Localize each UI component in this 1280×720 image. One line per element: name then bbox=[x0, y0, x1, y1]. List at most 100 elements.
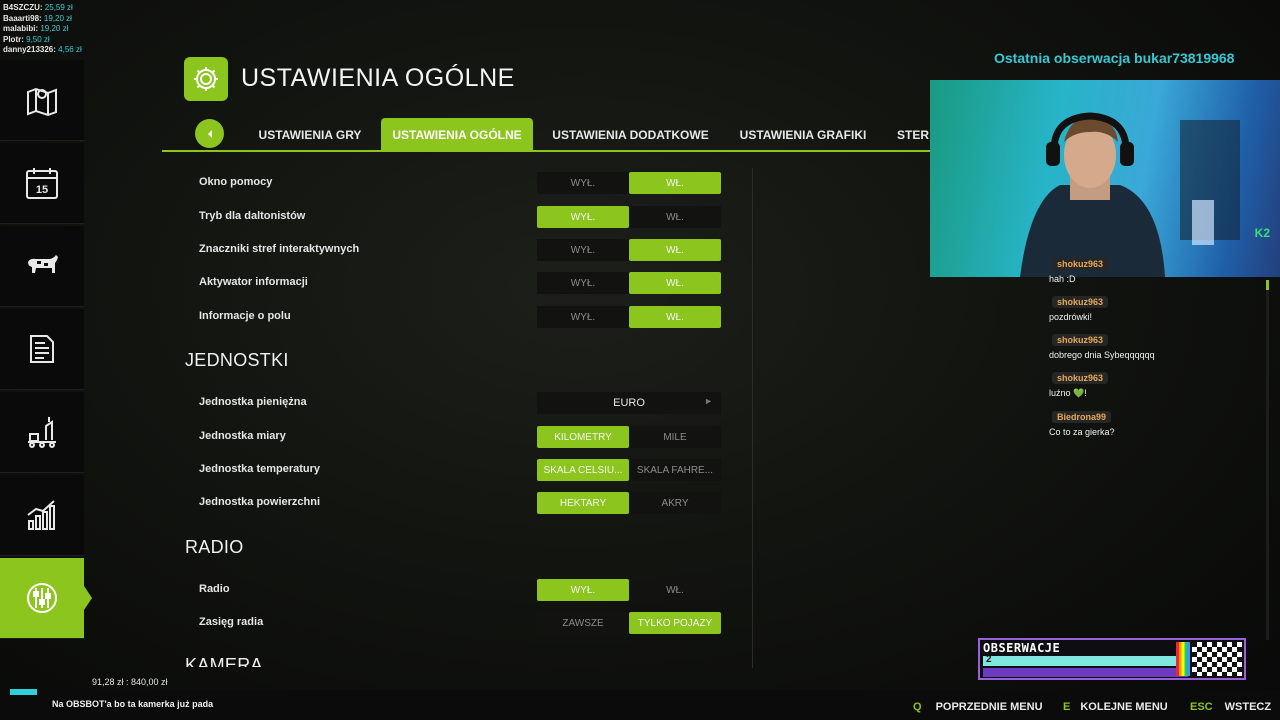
map-icon bbox=[27, 87, 57, 117]
goal-progress-bar bbox=[983, 656, 1188, 666]
setting-label: Informacje o polu bbox=[199, 310, 291, 322]
sidebar-item-calendar[interactable]: 15 bbox=[0, 143, 84, 224]
setting-label: Jednostka temperatury bbox=[199, 463, 321, 475]
cam-logo: K2 bbox=[1254, 226, 1270, 240]
donor-row: Baaarti98: 19,20 zł bbox=[3, 13, 72, 23]
goal-progress-track bbox=[983, 668, 1188, 677]
tab-prev-button[interactable] bbox=[195, 119, 224, 148]
goal-title: OBSERWACJE bbox=[983, 641, 1061, 655]
option-hectares[interactable]: HEKTARY bbox=[537, 492, 629, 514]
option-on[interactable]: WŁ. bbox=[629, 172, 721, 194]
hint-previous-menu[interactable]: Q POPRZEDNIE MENU bbox=[913, 701, 1043, 713]
setting-label: Tryb dla daltonistów bbox=[199, 210, 306, 222]
option-on[interactable]: WŁ. bbox=[629, 272, 721, 294]
rainbow-stripes bbox=[1176, 642, 1190, 676]
option-celsius[interactable]: SKALA CELSIU... bbox=[537, 459, 629, 481]
checkered-flag-icon bbox=[1192, 642, 1242, 676]
chat-message: Biedrona99 Co to za gierka? bbox=[1049, 407, 1279, 437]
chat-username: shokuz963 bbox=[1052, 296, 1109, 308]
key-e: E bbox=[1063, 701, 1071, 713]
option-off[interactable]: WYŁ. bbox=[537, 579, 629, 601]
option-on[interactable]: WŁ. bbox=[629, 306, 721, 328]
hint-back[interactable]: ESC WSTECZ bbox=[1190, 701, 1271, 713]
settings-sliders-icon bbox=[27, 583, 57, 613]
hint-next-menu[interactable]: E KOLEJNE MENU bbox=[1063, 701, 1168, 713]
production-icon bbox=[28, 417, 56, 448]
ticker-marker bbox=[10, 689, 37, 695]
setting-distance-unit: Jednostka miary KILOMETRY MILE bbox=[199, 426, 724, 448]
setting-label: Radio bbox=[199, 583, 230, 595]
sidebar-item-contracts[interactable] bbox=[0, 309, 84, 390]
chat-message: shokuz963 dobrego dnia Sybeqqqqqq bbox=[1049, 330, 1279, 360]
setting-radio: Radio WYŁ. WŁ. bbox=[199, 579, 724, 601]
setting-label: Okno pomocy bbox=[199, 176, 273, 188]
sidebar: 15 bbox=[0, 60, 92, 640]
option-on[interactable]: WŁ. bbox=[629, 239, 721, 261]
setting-colorblind-mode: Tryb dla daltonistów WYŁ. WŁ. bbox=[199, 206, 724, 228]
webcam-person bbox=[1020, 112, 1240, 277]
chat-username: shokuz963 bbox=[1052, 372, 1109, 384]
donors-list: B4SZCZU: 25,59 zł Baaarti98: 19,20 zł ma… bbox=[3, 3, 82, 56]
sidebar-item-map[interactable] bbox=[0, 60, 84, 141]
tab-graphics-settings[interactable]: USTAWIENIA GRAFIKI bbox=[730, 118, 876, 151]
setting-label: Zasięg radia bbox=[199, 616, 264, 628]
setting-label: Jednostka pieniężna bbox=[199, 396, 307, 408]
currency-value: EURO bbox=[613, 397, 645, 409]
chat-text: pozdrówki! bbox=[1049, 312, 1093, 322]
setting-label: Znaczniki stref interaktywnych bbox=[199, 243, 360, 255]
chat-text: dobrego dnia Sybeqqqqqq bbox=[1049, 350, 1155, 360]
sidebar-item-statistics[interactable] bbox=[0, 475, 84, 556]
option-off[interactable]: WYŁ. bbox=[537, 272, 629, 294]
chat-scrollbar[interactable] bbox=[1266, 280, 1269, 640]
currency-selector[interactable]: EURO ► bbox=[537, 392, 721, 414]
option-off[interactable]: WYŁ. bbox=[537, 172, 629, 194]
ticker-text: Na OBSBOT'a bo ta kamerka już pada bbox=[52, 699, 214, 709]
tabs-underline bbox=[162, 150, 932, 152]
key-q: Q bbox=[913, 701, 922, 713]
donor-row: danny213326: 4,56 zł bbox=[3, 45, 82, 54]
statistics-icon bbox=[27, 500, 55, 530]
chat-username: Biedrona99 bbox=[1052, 411, 1112, 423]
option-vehicles-only[interactable]: TYLKO POJAZY bbox=[629, 612, 721, 634]
chat-scroll-thumb[interactable] bbox=[1266, 280, 1269, 290]
hint-label: KOLEJNE MENU bbox=[1080, 701, 1168, 713]
sidebar-item-production[interactable] bbox=[0, 392, 84, 473]
tab-additional-settings[interactable]: USTAWIENIA DODATKOWE bbox=[543, 118, 718, 151]
option-fahrenheit[interactable]: SKALA FAHRE... bbox=[629, 459, 721, 481]
option-miles[interactable]: MILE bbox=[629, 426, 721, 448]
setting-help-window: Okno pomocy WYŁ. WŁ. bbox=[199, 172, 724, 194]
tab-controls[interactable]: STER bbox=[897, 118, 930, 151]
donor-row: Plotr: 9,50 zł bbox=[3, 34, 50, 44]
option-always[interactable]: ZAWSZE bbox=[537, 612, 629, 634]
money-counter: 91,28 zł : 840,00 zł bbox=[92, 677, 168, 687]
option-off[interactable]: WYŁ. bbox=[537, 206, 629, 228]
option-off[interactable]: WYŁ. bbox=[537, 306, 629, 328]
chat-message: shokuz963 hah :D bbox=[1049, 254, 1279, 284]
option-kilometers[interactable]: KILOMETRY bbox=[537, 426, 629, 448]
webcam-feed: K2 bbox=[930, 80, 1280, 277]
chat-message: shokuz963 pozdrówki! bbox=[1049, 292, 1279, 322]
donor-row: B4SZCZU: 25,59 zł bbox=[3, 3, 73, 12]
tab-general-settings[interactable]: USTAWIENIA OGÓLNE bbox=[381, 118, 533, 151]
chevron-right-icon: ► bbox=[704, 396, 713, 406]
option-off[interactable]: WYŁ. bbox=[537, 239, 629, 261]
chat-text: hah :D bbox=[1049, 274, 1076, 284]
setting-temperature-unit: Jednostka temperatury SKALA CELSIU... SK… bbox=[199, 459, 724, 481]
chat-text: Co to za gierka? bbox=[1049, 427, 1115, 437]
sidebar-item-settings[interactable] bbox=[0, 558, 92, 639]
page-title: USTAWIENIA OGÓLNE bbox=[241, 64, 515, 92]
contracts-icon bbox=[30, 335, 54, 363]
hint-label: WSTECZ bbox=[1224, 701, 1272, 713]
chat-message: shokuz963 luźno 💚! bbox=[1049, 368, 1279, 399]
setting-label: Jednostka miary bbox=[199, 430, 286, 442]
option-acres[interactable]: AKRY bbox=[629, 492, 721, 514]
setting-interactive-markers: Znaczniki stref interaktywnych WYŁ. WŁ. bbox=[199, 239, 724, 261]
sidebar-item-animals[interactable] bbox=[0, 226, 84, 307]
tab-game-settings[interactable]: USTAWIENIA GRY bbox=[250, 118, 370, 151]
setting-field-info: Informacje o polu WYŁ. WŁ. bbox=[199, 306, 724, 328]
setting-currency: Jednostka pieniężna EURO ► bbox=[199, 392, 724, 414]
section-title-units: JEDNOSTKI bbox=[185, 350, 289, 370]
option-on[interactable]: WŁ. bbox=[629, 579, 721, 601]
option-on[interactable]: WŁ. bbox=[629, 206, 721, 228]
hint-label: POPRZEDNIE MENU bbox=[935, 701, 1043, 713]
